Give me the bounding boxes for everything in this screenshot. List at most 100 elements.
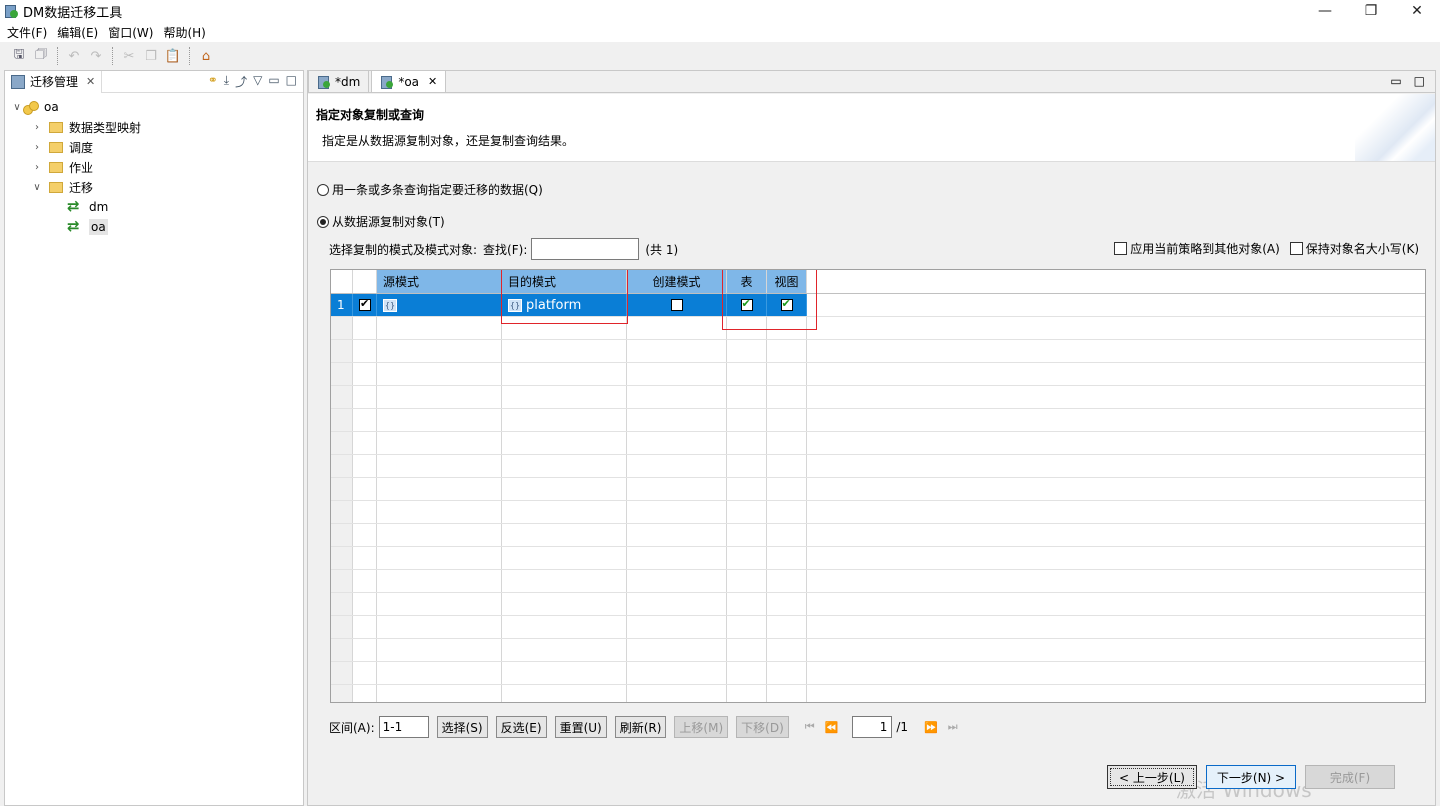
menu-bar: 文件(F) 编辑(E) 窗口(W) 帮助(H) <box>0 22 1440 42</box>
save-all-icon[interactable]: 🗇 <box>32 47 50 65</box>
header-source-schema[interactable]: 源模式 <box>377 270 502 293</box>
radio-copy[interactable] <box>317 215 329 228</box>
header-target-schema[interactable]: 目的模式 <box>502 270 627 293</box>
tree-item-dm[interactable]: dm <box>5 197 303 217</box>
invert-selection-button[interactable]: 反选(E) <box>495 716 547 738</box>
undo-icon[interactable]: ↶ <box>65 47 83 65</box>
empty-grid-cell <box>727 386 767 408</box>
chevron-down-icon[interactable]: ∨ <box>31 182 43 193</box>
tree-item-oa[interactable]: oa <box>5 217 303 237</box>
paste-icon[interactable]: 📋 <box>164 47 182 65</box>
create-schema-checkbox[interactable] <box>670 299 683 311</box>
next-page-icon[interactable]: ⏩ <box>924 721 938 734</box>
keep-case-label: 保持对象名大小写(K) <box>1305 242 1419 256</box>
target-schema-cell[interactable]: {} platform <box>502 294 627 316</box>
empty-grid-cell <box>331 662 353 684</box>
empty-grid-cell <box>331 340 353 362</box>
tree-item-oa-project[interactable]: ∨ oa <box>5 97 303 117</box>
close-button[interactable]: ✕ <box>1394 0 1440 22</box>
tab-migration-manager[interactable]: 迁移管理 ✕ <box>5 70 103 93</box>
empty-grid-cell <box>502 570 627 592</box>
close-tab-icon[interactable]: ✕ <box>86 75 95 88</box>
table-row[interactable]: 1 {} {} platform <box>331 294 1425 317</box>
back-button[interactable]: < 上一步(L) <box>1107 765 1197 789</box>
export-icon[interactable]: ⤴ <box>235 73 247 90</box>
table-cell[interactable] <box>727 294 767 316</box>
refresh-button[interactable]: 刷新(R) <box>614 716 667 738</box>
minimize-panel-icon[interactable]: ▭ <box>268 73 279 90</box>
schema-icon: {} <box>383 298 397 312</box>
first-page-icon[interactable]: ⏮ <box>805 720 815 734</box>
row-select-checkbox[interactable] <box>359 297 371 311</box>
keep-case-checkbox[interactable] <box>1289 242 1303 255</box>
chevron-right-icon[interactable]: › <box>31 162 43 173</box>
header-table[interactable]: 表 <box>727 270 767 293</box>
view-menu-icon[interactable]: ▽ <box>253 73 262 90</box>
range-input[interactable]: 1-1 <box>378 716 429 738</box>
cut-icon[interactable]: ✂ <box>120 47 138 65</box>
maximize-panel-icon[interactable]: □ <box>286 73 297 90</box>
find-input[interactable] <box>531 238 640 260</box>
empty-grid-cell <box>727 340 767 362</box>
reset-button[interactable]: 重置(U) <box>554 716 607 738</box>
empty-grid-cell <box>353 570 377 592</box>
tab-dm[interactable]: *dm <box>308 70 370 92</box>
new-project-icon[interactable]: ⚭ <box>208 73 218 90</box>
chevron-down-icon[interactable]: ∨ <box>11 102 23 113</box>
next-button[interactable]: 下一步(N) > <box>1206 765 1296 789</box>
empty-grid-cell <box>331 386 353 408</box>
view-checkbox[interactable] <box>780 297 793 311</box>
maximize-editor-icon[interactable]: □ <box>1414 74 1425 88</box>
wizard-banner-graphic <box>1355 94 1435 161</box>
menu-file[interactable]: 文件(F) <box>7 24 47 41</box>
prev-page-icon[interactable]: ⏪ <box>825 721 839 734</box>
create-schema-cell[interactable] <box>627 294 727 316</box>
tab-oa[interactable]: *oa ✕ <box>371 70 447 92</box>
range-label: 区间(A): <box>329 720 375 735</box>
import-icon[interactable]: ⤓ <box>224 73 229 90</box>
apply-policy-checkbox[interactable] <box>1114 242 1128 255</box>
last-page-icon[interactable]: ⏭ <box>948 720 958 734</box>
redo-icon[interactable]: ↷ <box>87 47 105 65</box>
apply-policy-label: 应用当前策略到其他对象(A) <box>1130 242 1280 256</box>
restore-button[interactable]: ❐ <box>1348 0 1394 22</box>
tree-item-jobs[interactable]: › 作业 <box>5 157 303 177</box>
keep-case-option[interactable]: 保持对象名大小写(K) <box>1289 240 1419 257</box>
radio-query[interactable] <box>317 183 329 196</box>
empty-grid-cell <box>377 409 502 431</box>
option-copy[interactable]: 从数据源复制对象(T) <box>317 213 445 230</box>
select-button[interactable]: 选择(S) <box>436 716 488 738</box>
table-checkbox[interactable] <box>740 297 753 311</box>
minimize-editor-icon[interactable]: ▭ <box>1390 74 1401 88</box>
source-schema-cell[interactable]: {} <box>377 294 502 316</box>
view-cell[interactable] <box>767 294 807 316</box>
row-select-cell[interactable] <box>353 294 377 316</box>
tree-item-migration[interactable]: ∨ 迁移 <box>5 177 303 197</box>
move-up-button[interactable]: 上移(M) <box>674 716 729 738</box>
minimize-button[interactable]: — <box>1302 0 1348 22</box>
finish-button[interactable]: 完成(F) <box>1305 765 1395 789</box>
grid-controls: 区间(A): 1-1 选择(S) 反选(E) 重置(U) 刷新(R) 上移(M)… <box>329 714 1425 740</box>
move-down-button[interactable]: 下移(D) <box>736 716 789 738</box>
menu-edit[interactable]: 编辑(E) <box>57 24 98 41</box>
page-input[interactable]: 1 <box>852 716 893 738</box>
copy-icon[interactable]: ❐ <box>142 47 160 65</box>
tree-item-label: 调度 <box>69 140 94 155</box>
empty-grid-cell <box>727 317 767 339</box>
header-view[interactable]: 视图 <box>767 270 807 293</box>
home-icon[interactable]: ⌂ <box>197 47 215 65</box>
option-query[interactable]: 用一条或多条查询指定要迁移的数据(Q) <box>317 181 543 198</box>
chevron-right-icon[interactable]: › <box>31 122 43 133</box>
tree-item-schedule[interactable]: › 调度 <box>5 137 303 157</box>
close-tab-icon[interactable]: ✕ <box>428 75 437 88</box>
empty-grid-cell <box>502 593 627 615</box>
chevron-right-icon[interactable]: › <box>31 142 43 153</box>
save-icon[interactable]: 🖫 <box>10 47 28 65</box>
apply-policy-option[interactable]: 应用当前策略到其他对象(A) <box>1114 240 1280 257</box>
header-create-schema[interactable]: 创建模式 <box>627 270 727 293</box>
tree-item-type-mapping[interactable]: › 数据类型映射 <box>5 117 303 137</box>
menu-help[interactable]: 帮助(H) <box>163 24 205 41</box>
empty-grid-cell <box>502 317 627 339</box>
menu-window[interactable]: 窗口(W) <box>108 24 153 41</box>
object-count: (共 1) <box>645 242 679 257</box>
